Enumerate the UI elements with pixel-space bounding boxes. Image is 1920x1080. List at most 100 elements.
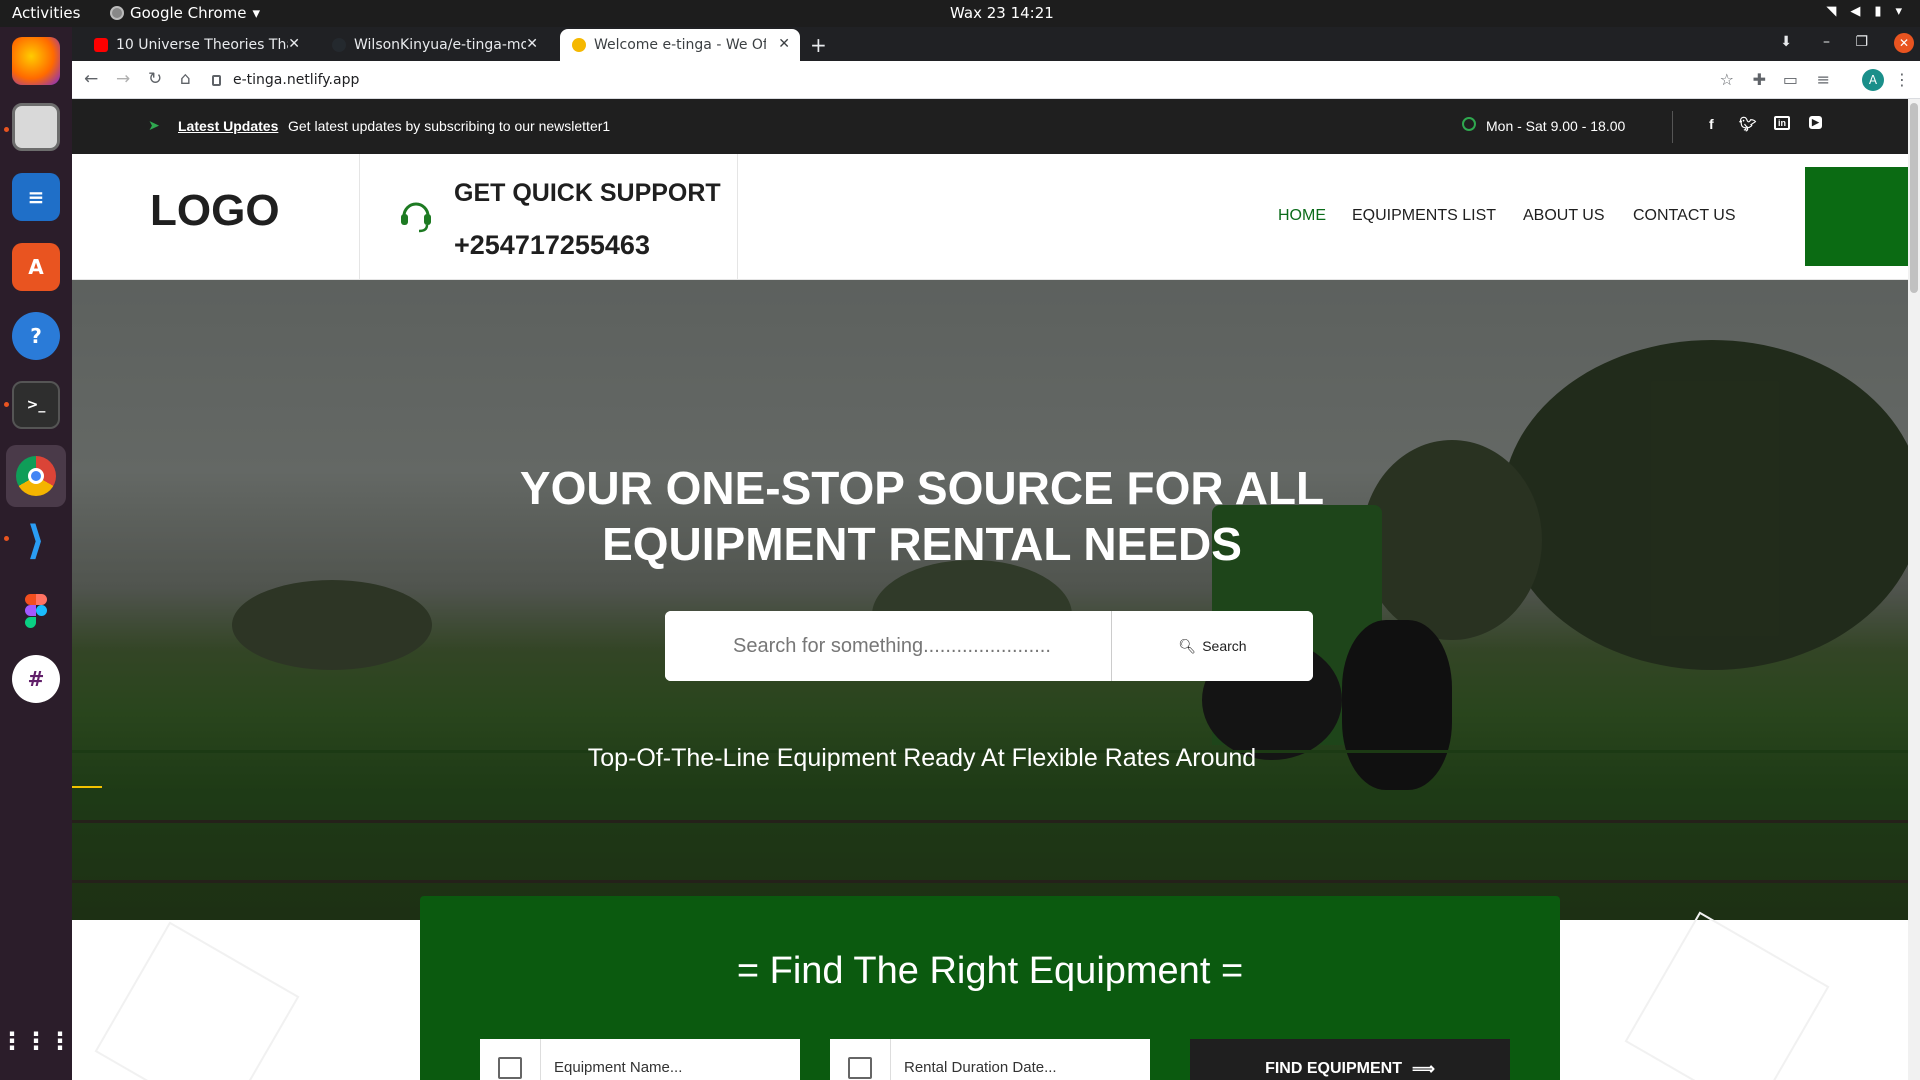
arrow-right-icon: ⟹	[1411, 1061, 1435, 1078]
wifi-icon: ◥	[1826, 4, 1837, 19]
github-icon	[332, 38, 346, 52]
twitter-icon[interactable]: 🐦︎	[1739, 116, 1757, 133]
divider	[890, 1039, 891, 1080]
battery-icon: ▮	[1874, 4, 1882, 19]
cast-icon[interactable]: ▭	[1783, 70, 1798, 89]
close-icon[interactable]: ✕	[778, 36, 790, 52]
hero-headline: YOUR ONE-STOP SOURCE FOR ALL EQUIPMENT R…	[519, 462, 1325, 570]
app-menu[interactable]: Google Chrome ▾	[110, 4, 260, 22]
page-scrollbar[interactable]	[1908, 99, 1920, 1080]
tab-strip: 10 Universe Theories That ✕ WilsonKinyua…	[72, 27, 1920, 61]
terminal-icon[interactable]: >_	[12, 381, 60, 429]
restore-icon[interactable]: ❐	[1855, 34, 1868, 50]
app-grid-icon[interactable]: ⋮⋮⋮	[0, 1017, 72, 1065]
equipment-icon	[498, 1057, 522, 1079]
new-tab-icon[interactable]: +	[810, 33, 827, 57]
activities-button[interactable]: Activities	[12, 4, 80, 22]
close-icon[interactable]: ✕	[288, 36, 300, 52]
tab-title: WilsonKinyua/e-tinga-mo	[354, 37, 526, 53]
files-icon[interactable]	[12, 103, 60, 151]
clock[interactable]: Wax 23 14:21	[950, 4, 1054, 22]
megaphone-icon: ➤	[148, 117, 160, 133]
site-top-bar: ➤ Latest Updates Get latest updates by s…	[72, 99, 1908, 154]
minimize-icon[interactable]: –	[1823, 34, 1830, 50]
media-control-icon[interactable]: ≡	[1817, 70, 1830, 89]
header-cta-button[interactable]	[1805, 167, 1908, 266]
divider	[1672, 111, 1673, 143]
clock-icon	[1462, 117, 1476, 131]
tab-title: 10 Universe Theories That	[116, 37, 288, 53]
tab-search-icon[interactable]: ⬇	[1780, 34, 1792, 50]
forward-icon[interactable]: →	[116, 69, 130, 89]
browser-window: 10 Universe Theories That ✕ WilsonKinyua…	[72, 27, 1920, 1080]
url-text: e-tinga.netlify.app	[233, 72, 360, 88]
rental-duration-field	[830, 1039, 1150, 1080]
nav-home[interactable]: HOME	[1278, 207, 1326, 225]
system-tray[interactable]: ◥ ◀ ▮ ▾	[1826, 4, 1902, 19]
hexagon-pattern	[94, 921, 300, 1080]
tab-etinga[interactable]: Welcome e-tinga - We Off ✕	[560, 29, 800, 61]
running-indicator	[4, 536, 9, 541]
search-button-label: Search	[1202, 638, 1247, 654]
tab-youtube[interactable]: 10 Universe Theories That ✕	[82, 29, 310, 61]
software-icon[interactable]: A	[12, 243, 60, 291]
nav-about-us[interactable]: ABOUT US	[1523, 207, 1605, 225]
scrollbar-thumb[interactable]	[1910, 103, 1918, 293]
hero-search: 🔍︎ Search	[665, 611, 1313, 681]
search-input[interactable]	[665, 611, 1111, 681]
title-decoration-icon: =	[1220, 950, 1244, 992]
linkedin-icon[interactable]: in	[1774, 116, 1790, 130]
search-button[interactable]: 🔍︎ Search	[1111, 611, 1313, 681]
tab-github[interactable]: WilsonKinyua/e-tinga-mo ✕	[320, 29, 548, 61]
headset-icon	[401, 202, 431, 233]
vscode-icon[interactable]: ⟩	[12, 517, 60, 565]
equipment-name-input[interactable]	[554, 1059, 784, 1076]
opening-hours: Mon - Sat 9.00 - 18.00	[1486, 118, 1626, 134]
reload-icon[interactable]: ↻	[148, 69, 162, 89]
title-decoration-icon: =	[736, 950, 760, 992]
back-icon[interactable]: ←	[84, 69, 98, 89]
chrome-icon[interactable]	[6, 445, 66, 507]
address-bar[interactable]: e-tinga.netlify.app	[212, 66, 1792, 94]
bookmark-star-icon[interactable]: ☆	[1720, 70, 1734, 89]
home-icon[interactable]: ⌂	[180, 69, 191, 89]
youtube-icon[interactable]: ▶	[1809, 116, 1822, 129]
slack-icon[interactable]: #	[12, 655, 60, 703]
browser-toolbar: ← → ↻ ⌂ e-tinga.netlify.app ☆ ✚ ▭ ≡ A ⋮	[72, 61, 1920, 99]
profile-avatar[interactable]: A	[1862, 69, 1884, 91]
site-header: LOGO GET QUICK SUPPORT +254717255463 HOM…	[72, 154, 1908, 280]
os-top-bar: Activities Google Chrome ▾ Wax 23 14:21 …	[0, 0, 1920, 27]
close-icon[interactable]: ✕	[526, 36, 538, 52]
chrome-small-icon	[110, 6, 124, 20]
find-equipment-card: = Find The Right Equipment = FIND EQUIPM…	[420, 896, 1560, 1080]
nav-equipments-list[interactable]: EQUIPMENTS LIST	[1352, 207, 1496, 225]
support-title: GET QUICK SUPPORT	[454, 179, 721, 207]
site-logo[interactable]: LOGO	[150, 186, 280, 236]
hero-overlay	[72, 280, 1908, 920]
menu-kebab-icon[interactable]: ⋮	[1894, 70, 1910, 89]
firefox-icon[interactable]	[12, 37, 60, 85]
find-equipment-label: FIND EQUIPMENT	[1265, 1060, 1402, 1077]
updates-text: Get latest updates by subscribing to our…	[288, 118, 611, 134]
app-menu-label: Google Chrome	[130, 4, 247, 22]
figma-icon[interactable]	[12, 587, 60, 635]
hexagon-pattern	[1624, 911, 1830, 1080]
help-icon[interactable]: ?	[12, 312, 60, 360]
latest-updates-link[interactable]: Latest Updates	[178, 118, 278, 134]
window-close-icon[interactable]: ✕	[1894, 33, 1914, 53]
find-title: = Find The Right Equipment =	[420, 950, 1560, 993]
dock: ≡ A ? >_ ⟩ # ⋮⋮⋮	[0, 27, 72, 1080]
extensions-icon[interactable]: ✚	[1753, 70, 1766, 89]
writer-icon[interactable]: ≡	[12, 173, 60, 221]
tab-title: Welcome e-tinga - We Off	[594, 37, 766, 53]
rental-duration-input[interactable]	[904, 1059, 1134, 1076]
nav-contact-us[interactable]: CONTACT US	[1633, 207, 1736, 225]
volume-icon: ◀	[1850, 4, 1861, 19]
find-equipment-button[interactable]: FIND EQUIPMENT ⟹	[1190, 1039, 1510, 1080]
etinga-favicon-icon	[572, 38, 586, 52]
hero-tagline: Top-Of-The-Line Equipment Ready At Flexi…	[587, 744, 1257, 772]
facebook-icon[interactable]: f	[1709, 116, 1714, 132]
chevron-down-icon: ▾	[1895, 4, 1902, 19]
support-phone[interactable]: +254717255463	[454, 230, 650, 261]
chevron-down-icon: ▾	[252, 4, 261, 22]
